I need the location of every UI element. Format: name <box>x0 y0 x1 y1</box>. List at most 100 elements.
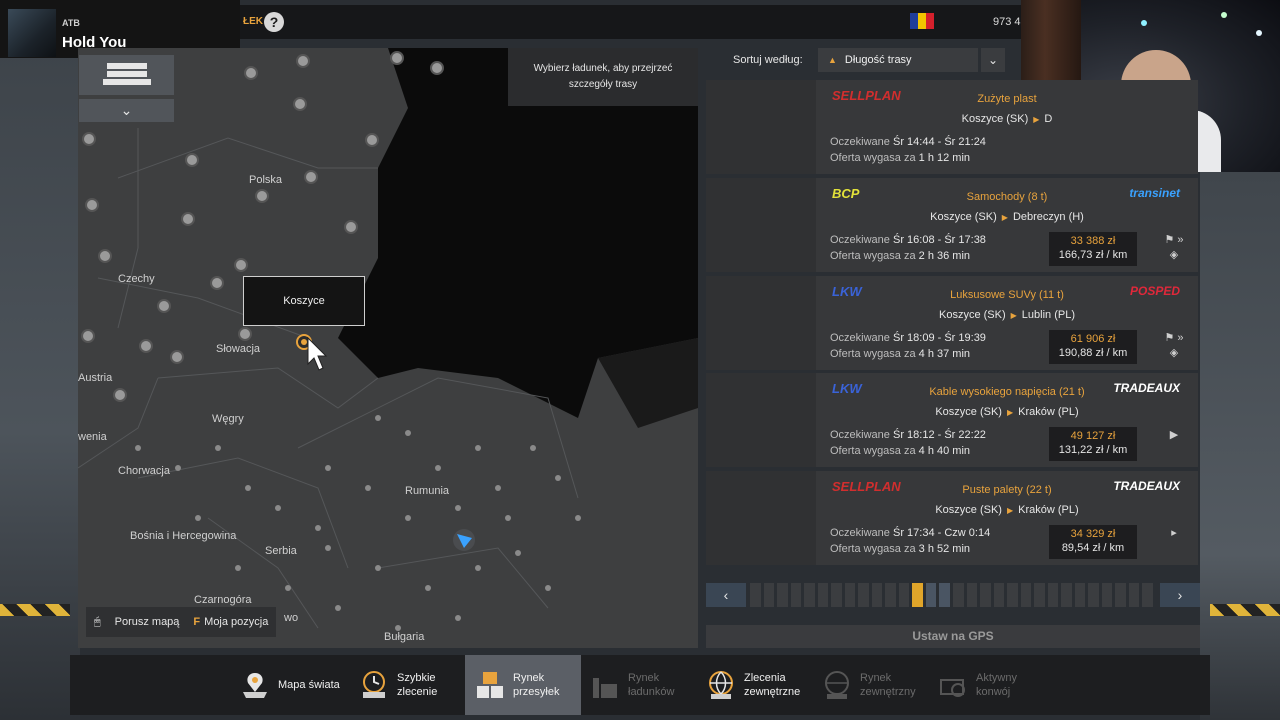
page-segment[interactable] <box>1142 583 1153 607</box>
page-segment[interactable] <box>790 583 802 607</box>
cargo-offer-card[interactable]: SELLPLAN Puste palety (22 t) Koszyce (SK) ▶… <box>706 471 1198 565</box>
route-arrow-icon: ▶ <box>1006 506 1014 515</box>
map-canvas <box>78 48 698 631</box>
cargo-offer-card[interactable]: LKW Kable wysokiego napięcia (21 t) Koszyc… <box>706 373 1198 467</box>
tab-freight-market[interactable]: Rynek przesyłek <box>465 655 581 715</box>
page-segment[interactable] <box>1101 583 1113 607</box>
page-segment[interactable] <box>831 583 842 607</box>
cargo-offer-card[interactable]: LKW Luksusowe SUVy (11 t) Koszyce (SK) ▶ Lub… <box>706 276 1198 370</box>
town-dot <box>555 475 561 481</box>
page-segment[interactable] <box>1061 583 1072 607</box>
page-segment[interactable] <box>804 583 815 607</box>
set-gps-button[interactable]: Ustaw na GPS <box>706 625 1200 648</box>
cargo-offer-card[interactable]: SELLPLAN Zużyte plast Koszyce (SK) ▶ D Oczeki… <box>706 80 1198 174</box>
page-segment[interactable] <box>750 583 761 607</box>
map-label-montenegro: Czarnogóra <box>194 594 252 606</box>
route-arrow-icon: ▶ <box>1010 311 1017 320</box>
city-marker <box>344 220 358 234</box>
cargo-thumbnail <box>706 178 816 272</box>
my-position-hint[interactable]: Moja pozycja <box>204 616 268 628</box>
offer-expiry: Oferta wygasa za 3 h 52 min <box>830 543 971 555</box>
city-marker <box>113 388 127 402</box>
receiver-company-logo: POSPED <box>1129 284 1180 298</box>
page-segment[interactable] <box>898 583 910 607</box>
city-marker <box>238 327 252 341</box>
tab-world-map[interactable]: Mapa świata <box>240 655 340 715</box>
tab-external-market[interactable]: Rynek zewnętrzny <box>822 655 916 715</box>
background-right <box>1200 170 1280 720</box>
map-pin-icon <box>240 670 270 700</box>
map-label-poland: Polska <box>249 174 283 186</box>
globe-icon <box>822 670 852 700</box>
page-segment[interactable] <box>1115 583 1126 607</box>
page-segment[interactable] <box>1074 583 1086 607</box>
cargo-attribute-icon: ◈ <box>1169 249 1179 261</box>
tab-cargo-market[interactable]: Rynek ładunków <box>590 655 674 715</box>
page-segment[interactable] <box>993 583 1005 607</box>
page-segment[interactable] <box>1128 583 1140 607</box>
world-map[interactable]: Polska Czechy Słowacja Austria Węgry wen… <box>78 48 698 648</box>
tab-external-contracts[interactable]: Zlecenia zewnętrzne <box>706 655 800 715</box>
receiver-company-logo: transinet <box>1129 186 1180 200</box>
page-segment[interactable] <box>1007 583 1018 607</box>
page-segment[interactable] <box>1088 583 1099 607</box>
route-arrow-icon: ▶ <box>1001 213 1008 222</box>
offer-expiry: Oferta wygasa za 4 h 40 min <box>830 445 971 457</box>
town-dot <box>425 585 431 591</box>
city-marker <box>98 249 112 263</box>
route: Koszyce (SK) ▶ Kraków (PL) <box>935 504 1079 516</box>
cargo-thumbnail <box>706 276 816 370</box>
page-segment[interactable] <box>953 583 964 607</box>
map-label-bulgaria: Bułgaria <box>384 631 425 643</box>
page-segment[interactable] <box>966 583 978 607</box>
tab-active-convoy[interactable]: Aktywny konwój <box>938 655 1017 715</box>
sort-dropdown[interactable]: ▲ Długość trasy <box>818 48 978 72</box>
map-cargo-filter-button[interactable] <box>79 55 174 95</box>
chevron-down-icon[interactable]: ⌄ <box>79 99 174 122</box>
next-page-button[interactable]: › <box>1160 583 1200 607</box>
cargo-offer-card[interactable]: BCP Samochody (8 t) Koszyce (SK) ▶ Debreczyn… <box>706 178 1198 272</box>
page-segment[interactable] <box>777 583 788 607</box>
chevron-down-icon[interactable]: ⌄ <box>981 48 1005 72</box>
map-label-kosovo: wo <box>284 612 299 624</box>
globe-icon <box>706 670 736 700</box>
page-segment[interactable] <box>1034 583 1045 607</box>
cargo-thumbnail <box>706 373 816 467</box>
city-marker <box>365 133 379 147</box>
city-marker <box>210 276 224 290</box>
page-segment[interactable] <box>1047 583 1059 607</box>
page-segment[interactable] <box>871 583 883 607</box>
page-segment[interactable] <box>1020 583 1032 607</box>
page-segment[interactable] <box>858 583 869 607</box>
tab-quick-job[interactable]: Szybkie zlecenie <box>359 655 437 715</box>
page-segment[interactable] <box>817 583 829 607</box>
town-dot <box>175 465 181 471</box>
page-segment[interactable] <box>844 583 856 607</box>
expected-window: Oczekiwane Śr 17:34 - Czw 0:14 <box>830 527 991 539</box>
town-dot <box>245 485 251 491</box>
sort-asc-icon: ▲ <box>828 55 837 65</box>
offer-expiry: Oferta wygasa za 4 h 37 min <box>830 348 971 360</box>
help-button[interactable]: ? <box>264 12 284 32</box>
city-marker <box>244 66 258 80</box>
town-dot <box>530 445 536 451</box>
prev-page-button[interactable]: ‹ <box>706 583 746 607</box>
page-segment[interactable] <box>763 583 775 607</box>
page-segment[interactable] <box>912 583 923 607</box>
page-segment[interactable] <box>980 583 991 607</box>
town-dot <box>545 585 551 591</box>
page-segment[interactable] <box>939 583 950 607</box>
pagination: ‹ › <box>706 583 1200 607</box>
cargo-attribute-icon: ⚑ » <box>1164 332 1184 344</box>
city-marker <box>390 51 404 65</box>
hazard-stripe <box>1210 604 1280 616</box>
trailer-icon <box>103 63 151 85</box>
hazard-stripe <box>0 604 70 616</box>
town-dot <box>375 565 381 571</box>
town-dot <box>275 505 281 511</box>
town-dot <box>335 605 341 611</box>
album-art <box>8 9 56 57</box>
page-segment[interactable] <box>885 583 896 607</box>
city-marker <box>81 329 95 343</box>
page-segment[interactable] <box>925 583 937 607</box>
